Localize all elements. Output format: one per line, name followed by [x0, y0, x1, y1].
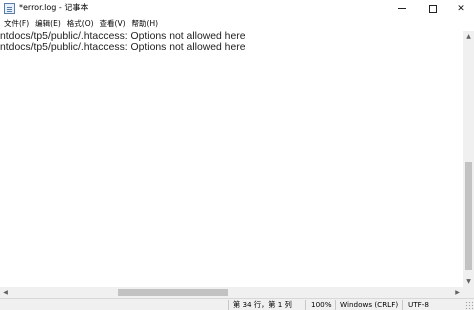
close-button[interactable]: ✕	[448, 0, 474, 17]
menu-edit[interactable]: 编辑(E)	[32, 18, 64, 30]
horizontal-scrollbar[interactable]: ◀ ▶	[0, 287, 463, 298]
maximize-icon	[429, 4, 437, 13]
zoom-level: 100%	[311, 300, 332, 309]
maximize-button[interactable]	[420, 0, 446, 17]
status-bar: 第 34 行，第 1 列 100% Windows (CRLF) UTF-8	[0, 298, 474, 310]
status-divider	[305, 300, 306, 310]
menu-help[interactable]: 帮助(H)	[129, 18, 162, 30]
scroll-down-arrow-icon[interactable]: ▼	[463, 276, 474, 287]
menu-file[interactable]: 文件(F)	[0, 18, 32, 30]
vertical-scroll-thumb[interactable]	[465, 162, 472, 270]
horizontal-scroll-thumb[interactable]	[118, 289, 228, 296]
notepad-icon	[4, 3, 15, 14]
menu-view[interactable]: 查看(V)	[97, 18, 129, 30]
encoding: UTF-8	[408, 300, 429, 309]
minimize-icon	[398, 8, 406, 9]
scroll-up-arrow-icon[interactable]: ▲	[463, 31, 474, 42]
scrollbar-corner	[463, 287, 474, 298]
resize-grip-icon[interactable]	[465, 301, 473, 309]
scroll-right-arrow-icon[interactable]: ▶	[452, 287, 463, 298]
title-bar[interactable]: *error.log - 记事本 ✕	[0, 0, 474, 17]
scroll-left-arrow-icon[interactable]: ◀	[0, 287, 11, 298]
minimize-button[interactable]	[389, 0, 415, 17]
status-divider	[402, 300, 403, 310]
window-title: *error.log - 记事本	[19, 3, 89, 12]
line-ending: Windows (CRLF)	[340, 300, 399, 309]
menu-format[interactable]: 格式(O)	[64, 18, 97, 30]
menu-bar: 文件(F) 编辑(E) 格式(O) 查看(V) 帮助(H)	[0, 17, 474, 31]
cursor-position: 第 34 行，第 1 列	[233, 300, 292, 309]
close-icon: ✕	[457, 3, 465, 14]
vertical-scrollbar[interactable]: ▲ ▼	[463, 31, 474, 287]
text-editor[interactable]: ntdocs/tp5/public/.htaccess: Options not…	[0, 31, 463, 287]
text-line: ntdocs/tp5/public/.htaccess: Options not…	[0, 42, 246, 53]
